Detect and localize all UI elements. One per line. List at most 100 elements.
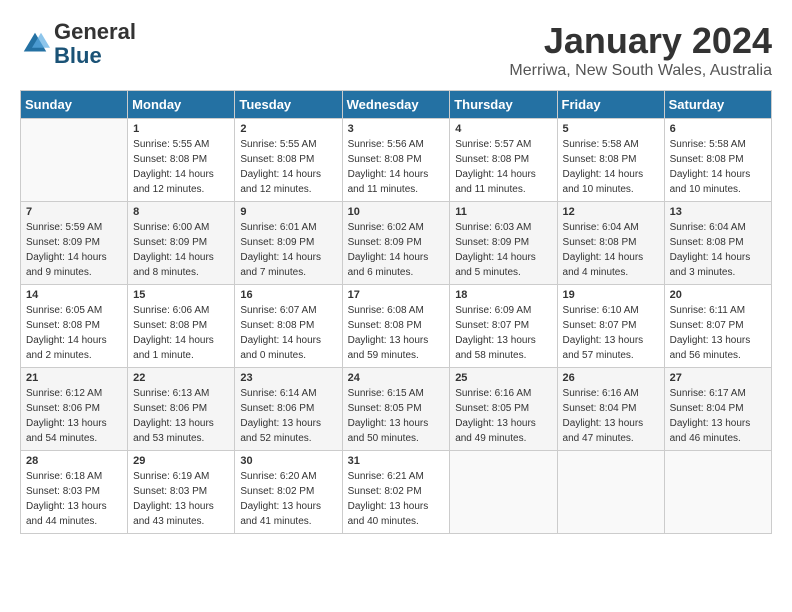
day-info: Sunrise: 6:16 AMSunset: 8:04 PMDaylight:… (563, 386, 659, 446)
day-number: 4 (455, 123, 551, 135)
day-number: 29 (133, 455, 229, 467)
day-info: Sunrise: 6:17 AMSunset: 8:04 PMDaylight:… (670, 386, 766, 446)
location: Merriwa, New South Wales, Australia (509, 62, 772, 80)
day-info: Sunrise: 6:13 AMSunset: 8:06 PMDaylight:… (133, 386, 229, 446)
day-info: Sunrise: 6:01 AMSunset: 8:09 PMDaylight:… (240, 220, 336, 280)
day-info: Sunrise: 6:18 AMSunset: 8:03 PMDaylight:… (26, 469, 122, 529)
title-block: January 2024 Merriwa, New South Wales, A… (509, 20, 772, 80)
calendar-day-header: Wednesday (342, 91, 450, 119)
day-number: 26 (563, 372, 659, 384)
day-info: Sunrise: 6:20 AMSunset: 8:02 PMDaylight:… (240, 469, 336, 529)
day-number: 9 (240, 206, 336, 218)
day-number: 12 (563, 206, 659, 218)
day-info: Sunrise: 6:00 AMSunset: 8:09 PMDaylight:… (133, 220, 229, 280)
day-number: 23 (240, 372, 336, 384)
calendar-cell: 20Sunrise: 6:11 AMSunset: 8:07 PMDayligh… (664, 285, 771, 368)
day-number: 16 (240, 289, 336, 301)
day-info: Sunrise: 6:19 AMSunset: 8:03 PMDaylight:… (133, 469, 229, 529)
calendar-week-row: 7 Sunrise: 5:59 AMSunset: 8:09 PMDaylight… (21, 202, 772, 285)
calendar-week-row: 1Sunrise: 5:55 AMSunset: 8:08 PMDaylight… (21, 119, 772, 202)
calendar-day-header: Tuesday (235, 91, 342, 119)
day-info: Sunrise: 5:58 AMSunset: 8:08 PMDaylight:… (563, 137, 659, 197)
day-number: 27 (670, 372, 766, 384)
calendar-cell: 3 Sunrise: 5:56 AMSunset: 8:08 PMDaylight… (342, 119, 450, 202)
calendar-cell: 4 Sunrise: 5:57 AMSunset: 8:08 PMDaylight… (450, 119, 557, 202)
day-info: Sunrise: 6:15 AMSunset: 8:05 PMDaylight:… (348, 386, 445, 446)
day-number: 7 (26, 206, 122, 218)
calendar-cell: 18Sunrise: 6:09 AMSunset: 8:07 PMDayligh… (450, 285, 557, 368)
day-number: 22 (133, 372, 229, 384)
calendar-week-row: 21 Sunrise: 6:12 AMSunset: 8:06 PMDayligh… (21, 368, 772, 451)
calendar-table: SundayMondayTuesdayWednesdayThursdayFrid… (20, 90, 772, 534)
calendar-cell: 19 Sunrise: 6:10 AMSunset: 8:07 PMDayligh… (557, 285, 664, 368)
calendar-cell: 5Sunrise: 5:58 AMSunset: 8:08 PMDaylight… (557, 119, 664, 202)
calendar-cell: 8 Sunrise: 6:00 AMSunset: 8:09 PMDaylight… (128, 202, 235, 285)
calendar-week-row: 14 Sunrise: 6:05 AMSunset: 8:08 PMDayligh… (21, 285, 772, 368)
day-number: 30 (240, 455, 336, 467)
logo-text: General Blue (54, 20, 136, 68)
day-number: 11 (455, 206, 551, 218)
calendar-cell: 29 Sunrise: 6:19 AMSunset: 8:03 PMDayligh… (128, 451, 235, 534)
logo-icon (20, 29, 50, 59)
day-number: 10 (348, 206, 445, 218)
day-info: Sunrise: 6:06 AMSunset: 8:08 PMDaylight:… (133, 303, 229, 363)
calendar-cell: 6 Sunrise: 5:58 AMSunset: 8:08 PMDaylight… (664, 119, 771, 202)
day-info: Sunrise: 6:04 AMSunset: 8:08 PMDaylight:… (670, 220, 766, 280)
calendar-cell (21, 119, 128, 202)
day-number: 6 (670, 123, 766, 135)
calendar-cell: 24Sunrise: 6:15 AMSunset: 8:05 PMDayligh… (342, 368, 450, 451)
calendar-cell: 15 Sunrise: 6:06 AMSunset: 8:08 PMDayligh… (128, 285, 235, 368)
day-number: 14 (26, 289, 122, 301)
day-info: Sunrise: 6:07 AMSunset: 8:08 PMDaylight:… (240, 303, 336, 363)
day-number: 25 (455, 372, 551, 384)
day-number: 21 (26, 372, 122, 384)
day-info: Sunrise: 5:57 AMSunset: 8:08 PMDaylight:… (455, 137, 551, 197)
day-info: Sunrise: 5:55 AMSunset: 8:08 PMDaylight:… (133, 137, 229, 197)
calendar-week-row: 28 Sunrise: 6:18 AMSunset: 8:03 PMDayligh… (21, 451, 772, 534)
calendar-cell: 14 Sunrise: 6:05 AMSunset: 8:08 PMDayligh… (21, 285, 128, 368)
day-number: 15 (133, 289, 229, 301)
day-number: 18 (455, 289, 551, 301)
day-info: Sunrise: 6:02 AMSunset: 8:09 PMDaylight:… (348, 220, 445, 280)
calendar-cell: 11 Sunrise: 6:03 AMSunset: 8:09 PMDayligh… (450, 202, 557, 285)
calendar-cell (450, 451, 557, 534)
day-number: 19 (563, 289, 659, 301)
calendar-cell: 27 Sunrise: 6:17 AMSunset: 8:04 PMDayligh… (664, 368, 771, 451)
calendar-cell: 10 Sunrise: 6:02 AMSunset: 8:09 PMDayligh… (342, 202, 450, 285)
calendar-cell: 12Sunrise: 6:04 AMSunset: 8:08 PMDayligh… (557, 202, 664, 285)
calendar-day-header: Monday (128, 91, 235, 119)
day-number: 2 (240, 123, 336, 135)
day-info: Sunrise: 6:11 AMSunset: 8:07 PMDaylight:… (670, 303, 766, 363)
calendar-cell: 21 Sunrise: 6:12 AMSunset: 8:06 PMDayligh… (21, 368, 128, 451)
day-info: Sunrise: 5:56 AMSunset: 8:08 PMDaylight:… (348, 137, 445, 197)
calendar-cell: 13 Sunrise: 6:04 AMSunset: 8:08 PMDayligh… (664, 202, 771, 285)
calendar-cell: 7 Sunrise: 5:59 AMSunset: 8:09 PMDaylight… (21, 202, 128, 285)
calendar-cell: 16 Sunrise: 6:07 AMSunset: 8:08 PMDayligh… (235, 285, 342, 368)
calendar-cell: 28 Sunrise: 6:18 AMSunset: 8:03 PMDayligh… (21, 451, 128, 534)
day-info: Sunrise: 6:21 AMSunset: 8:02 PMDaylight:… (348, 469, 445, 529)
day-info: Sunrise: 6:08 AMSunset: 8:08 PMDaylight:… (348, 303, 445, 363)
day-number: 8 (133, 206, 229, 218)
calendar-day-header: Sunday (21, 91, 128, 119)
day-info: Sunrise: 6:10 AMSunset: 8:07 PMDaylight:… (563, 303, 659, 363)
calendar-cell: 30 Sunrise: 6:20 AMSunset: 8:02 PMDayligh… (235, 451, 342, 534)
calendar-cell: 23Sunrise: 6:14 AMSunset: 8:06 PMDayligh… (235, 368, 342, 451)
calendar-body: 1Sunrise: 5:55 AMSunset: 8:08 PMDaylight… (21, 119, 772, 534)
calendar-day-header: Friday (557, 91, 664, 119)
calendar-cell: 1Sunrise: 5:55 AMSunset: 8:08 PMDaylight… (128, 119, 235, 202)
month-title: January 2024 (509, 20, 772, 62)
calendar-day-header: Saturday (664, 91, 771, 119)
day-info: Sunrise: 6:16 AMSunset: 8:05 PMDaylight:… (455, 386, 551, 446)
day-info: Sunrise: 6:05 AMSunset: 8:08 PMDaylight:… (26, 303, 122, 363)
calendar-cell: 9 Sunrise: 6:01 AMSunset: 8:09 PMDaylight… (235, 202, 342, 285)
day-info: Sunrise: 5:55 AMSunset: 8:08 PMDaylight:… (240, 137, 336, 197)
day-info: Sunrise: 6:12 AMSunset: 8:06 PMDaylight:… (26, 386, 122, 446)
day-info: Sunrise: 5:59 AMSunset: 8:09 PMDaylight:… (26, 220, 122, 280)
day-number: 13 (670, 206, 766, 218)
day-number: 28 (26, 455, 122, 467)
calendar-cell: 25 Sunrise: 6:16 AMSunset: 8:05 PMDayligh… (450, 368, 557, 451)
day-info: Sunrise: 5:58 AMSunset: 8:08 PMDaylight:… (670, 137, 766, 197)
calendar-cell: 22 Sunrise: 6:13 AMSunset: 8:06 PMDayligh… (128, 368, 235, 451)
day-number: 3 (348, 123, 445, 135)
day-info: Sunrise: 6:03 AMSunset: 8:09 PMDaylight:… (455, 220, 551, 280)
